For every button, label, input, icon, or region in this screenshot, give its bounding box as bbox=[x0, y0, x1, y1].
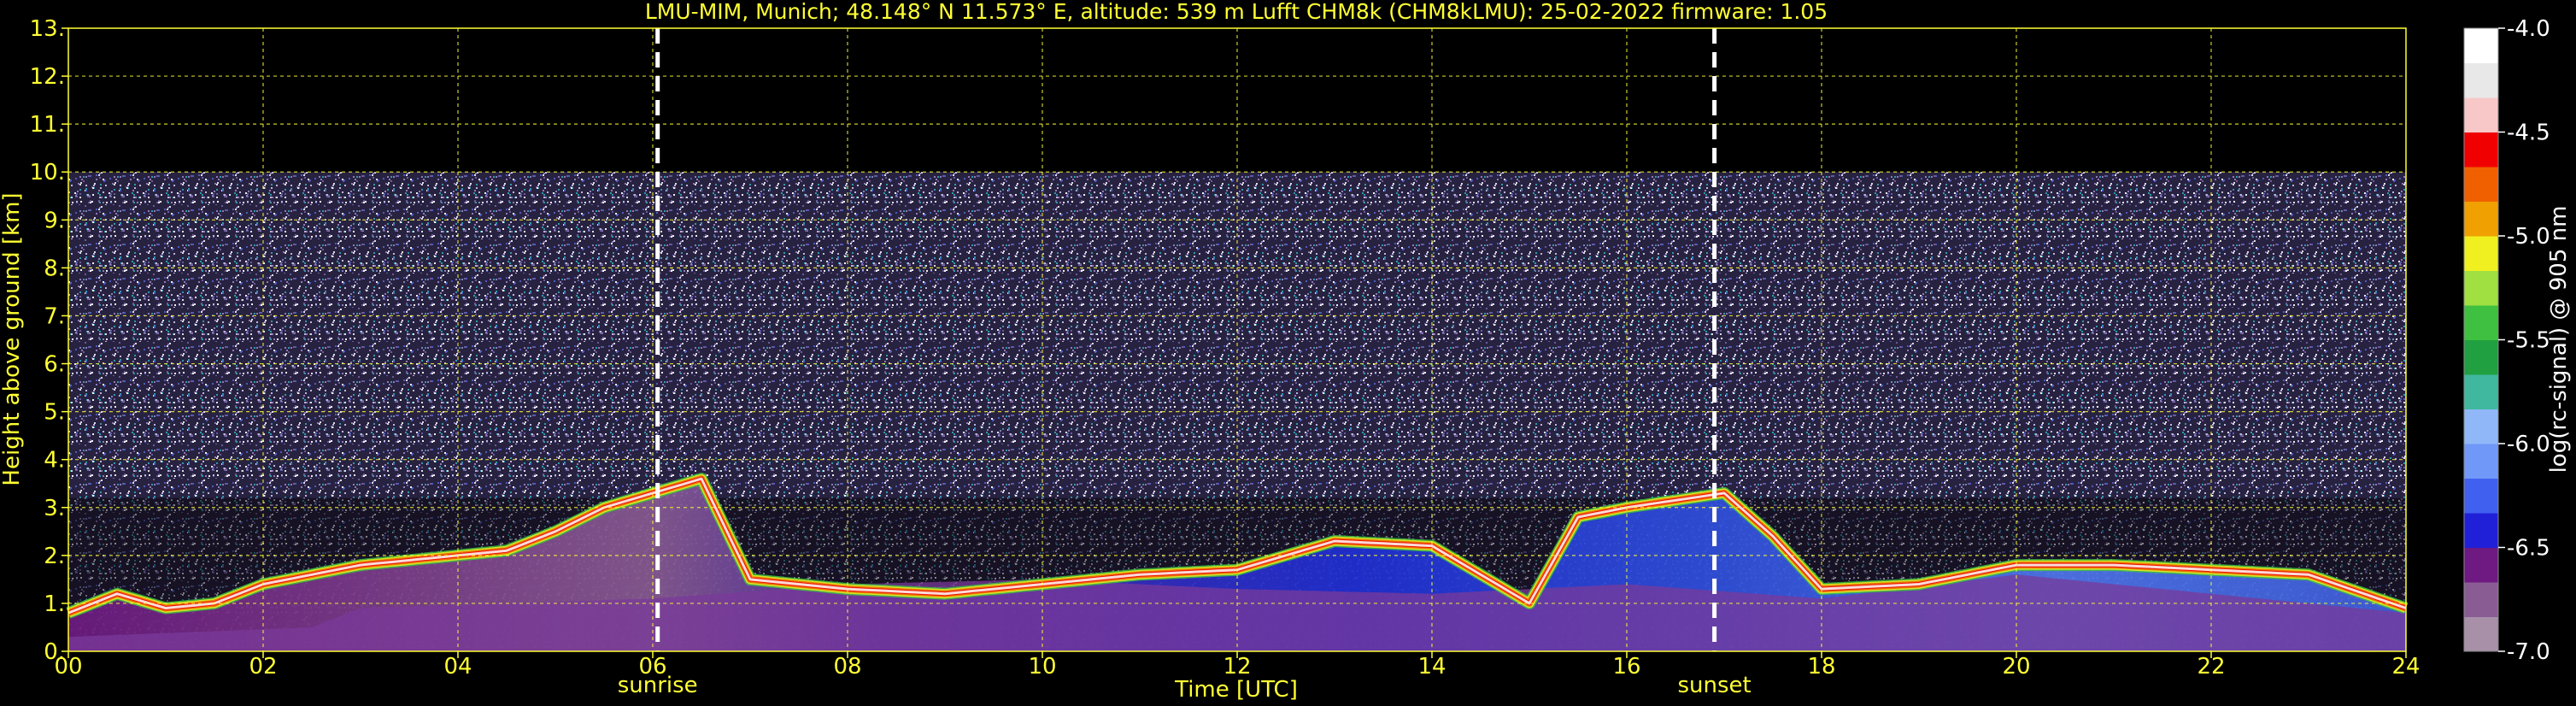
x-tick-label: 04 bbox=[443, 654, 472, 680]
colorbar-swatch bbox=[2464, 236, 2498, 271]
colorbar-tick-label: -6.5 bbox=[2507, 536, 2550, 562]
colorbar-swatch bbox=[2464, 409, 2498, 444]
chart-title: LMU-MIM, Munich; 48.148° N 11.573° E, al… bbox=[645, 0, 1828, 24]
colorbar-swatch bbox=[2464, 270, 2498, 306]
y-tick-label: 5. bbox=[44, 400, 65, 426]
ceilometer-chart: LMU-MIM, Munich; 48.148° N 11.573° E, al… bbox=[0, 0, 2572, 703]
y-tick-label: 13. bbox=[30, 16, 65, 42]
colorbar-swatch bbox=[2464, 374, 2498, 409]
colorbar-tick-label: -4.0 bbox=[2507, 16, 2550, 42]
x-tick-label: 24 bbox=[2391, 654, 2420, 680]
colorbar-swatch bbox=[2464, 201, 2498, 237]
y-tick-label: 10. bbox=[30, 160, 65, 185]
x-axis-label: Time [UTC] bbox=[1174, 677, 1298, 703]
colorbar-tick-label: -4.5 bbox=[2507, 121, 2550, 146]
y-axis-label: Height above ground [km] bbox=[0, 192, 25, 485]
y-tick-label: 2. bbox=[44, 544, 65, 569]
y-tick-label: 6. bbox=[44, 352, 65, 378]
x-axis-ticks: 00 02 04 06 08 10 12 14 16 18 20 22 24 bbox=[54, 651, 2421, 680]
x-tick-label: 06 bbox=[638, 654, 666, 680]
y-tick-label: 3. bbox=[44, 496, 65, 521]
colorbar-swatch bbox=[2464, 547, 2498, 583]
colorbar-swatch bbox=[2464, 305, 2498, 340]
x-tick-label: 22 bbox=[2197, 654, 2225, 680]
y-axis-ticks: 0. 1. 2. 3. 4. 5. 6. 7. 8. 9. 10. 11. 12. 13. bbox=[30, 16, 68, 665]
colorbar-swatch bbox=[2464, 132, 2498, 168]
sunset-label: sunset bbox=[1677, 673, 1751, 698]
colorbar-swatch bbox=[2464, 62, 2498, 98]
x-tick-label: 08 bbox=[833, 654, 861, 680]
y-tick-label: 1. bbox=[44, 591, 65, 617]
colorbar-tick-label: -5.5 bbox=[2507, 328, 2550, 354]
x-tick-label: 12 bbox=[1223, 654, 1251, 680]
y-tick-label: 7. bbox=[44, 303, 65, 329]
colorbar-swatch bbox=[2464, 28, 2498, 63]
colorbar-tick-label: -7.0 bbox=[2507, 639, 2550, 665]
colorbar-tick-label: -6.0 bbox=[2507, 432, 2550, 457]
colorbar-swatch bbox=[2464, 513, 2498, 548]
colorbar-swatch bbox=[2464, 478, 2498, 514]
colorbar-swatch bbox=[2464, 167, 2498, 202]
colorbar-swatch bbox=[2464, 97, 2498, 132]
y-tick-label: 11. bbox=[30, 112, 65, 138]
colorbar: -4.0 -4.5 -5.0 -5.5 -6.0 -6.5 -7.0 bbox=[2463, 16, 2550, 665]
y-tick-label: 12. bbox=[30, 64, 65, 90]
x-tick-label: 16 bbox=[1612, 654, 1640, 680]
x-tick-label: 10 bbox=[1028, 654, 1056, 680]
y-tick-label: 4. bbox=[44, 448, 65, 474]
colorbar-label: log(rc-signal) @ 905 nm bbox=[2546, 206, 2572, 474]
colorbar-tick-label: -5.0 bbox=[2507, 224, 2550, 250]
x-tick-label: 18 bbox=[1807, 654, 1835, 680]
colorbar-swatch bbox=[2464, 582, 2498, 617]
y-tick-label: 9. bbox=[44, 208, 65, 233]
y-tick-label: 0. bbox=[44, 639, 65, 665]
x-tick-label: 20 bbox=[2002, 654, 2030, 680]
colorbar-swatch bbox=[2464, 444, 2498, 479]
colorbar-swatch bbox=[2464, 616, 2498, 652]
y-tick-label: 8. bbox=[44, 256, 65, 281]
x-tick-label: 02 bbox=[249, 654, 277, 680]
colorbar-swatch bbox=[2464, 339, 2498, 375]
x-tick-label: 14 bbox=[1417, 654, 1446, 680]
